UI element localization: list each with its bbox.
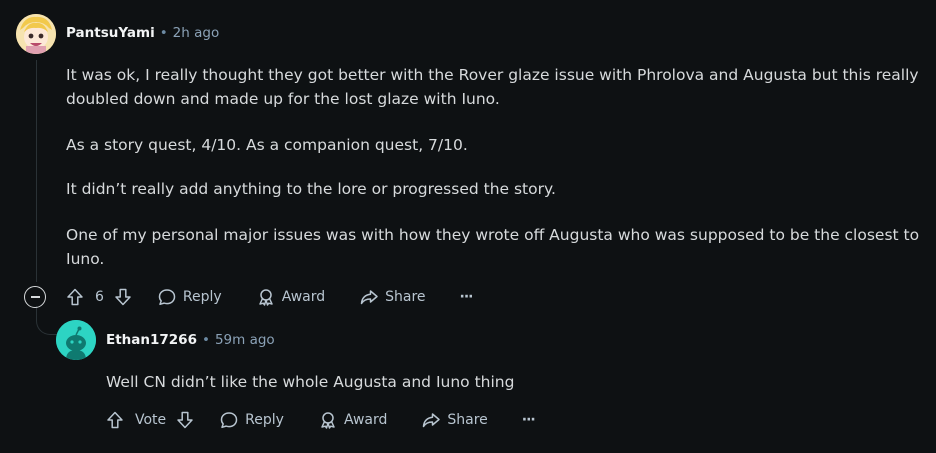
vote-label: Vote (135, 412, 167, 428)
timestamp[interactable]: 2h ago (173, 25, 220, 41)
comment-text: It didn’t really add anything to the lor… (66, 180, 556, 198)
avatar-anime-icon (16, 14, 56, 54)
comment-paragraph: One of my personal major issues was with… (66, 223, 926, 271)
comment-actions: Vote Reply Award Share ··· (105, 406, 536, 434)
reply-label: Reply (245, 412, 284, 428)
collapse-button[interactable] (24, 286, 46, 308)
comment-paragraph: As a story quest, 4/10. As a companion q… (66, 133, 926, 157)
award-label: Award (281, 289, 326, 305)
more-options-button[interactable]: ··· (459, 289, 474, 305)
author-name[interactable]: Ethan17266 (106, 332, 197, 348)
share-button[interactable]: Share (421, 410, 488, 430)
comment-paragraph: Well CN didn’t like the whole Augusta an… (106, 370, 906, 394)
downvote-button[interactable] (175, 410, 195, 430)
comment-text: One of my personal major issues was with… (66, 226, 920, 268)
award-icon (258, 289, 273, 306)
reply-label: Reply (182, 289, 222, 305)
share-icon (360, 290, 378, 305)
avatar[interactable] (56, 320, 96, 360)
default-avatar-icon (56, 320, 96, 360)
award-label: Award (343, 412, 388, 428)
more-horizontal-icon: ··· (521, 412, 536, 428)
upvote-button[interactable] (65, 287, 85, 307)
comment-actions: 6 Reply Award Share ··· (24, 283, 474, 311)
thread-line[interactable] (36, 60, 37, 282)
more-horizontal-icon: ··· (459, 289, 474, 305)
comment-text: It was ok, I really thought they got bet… (66, 66, 919, 108)
vote-count: 6 (95, 289, 104, 305)
comment-text: Well CN didn’t like the whole Augusta an… (106, 373, 515, 391)
meta-separator: • (159, 25, 168, 41)
comment-thread: PantsuYami • 2h ago It was ok, I really … (0, 0, 936, 453)
share-button[interactable]: Share (359, 287, 426, 307)
downvote-button[interactable] (113, 287, 133, 307)
downvote-icon (115, 288, 131, 306)
more-options-button[interactable]: ··· (521, 412, 536, 428)
comment-bubble-icon (158, 289, 176, 306)
award-button[interactable]: Award (318, 410, 387, 430)
meta-separator: • (201, 332, 210, 348)
upvote-button[interactable] (105, 410, 125, 430)
comment-bubble-icon (220, 412, 238, 429)
share-icon (423, 413, 441, 428)
author-name[interactable]: PantsuYami (66, 25, 155, 41)
reply-button[interactable]: Reply (157, 287, 222, 307)
avatar[interactable] (16, 14, 56, 54)
comment-paragraph: It was ok, I really thought they got bet… (66, 63, 926, 111)
award-icon (321, 412, 335, 429)
share-label: Share (447, 412, 488, 428)
upvote-icon (67, 288, 83, 306)
comment-meta: Ethan17266 • 59m ago (106, 332, 275, 348)
comment-meta: PantsuYami • 2h ago (66, 25, 219, 41)
downvote-icon (177, 411, 193, 429)
reply-button[interactable]: Reply (219, 410, 284, 430)
timestamp[interactable]: 59m ago (215, 332, 275, 348)
award-button[interactable]: Award (256, 287, 325, 307)
share-label: Share (385, 289, 426, 305)
comment-text: As a story quest, 4/10. As a companion q… (66, 136, 468, 154)
collapse-icon (30, 296, 40, 298)
upvote-icon (107, 411, 123, 429)
comment-paragraph: It didn’t really add anything to the lor… (66, 177, 926, 201)
